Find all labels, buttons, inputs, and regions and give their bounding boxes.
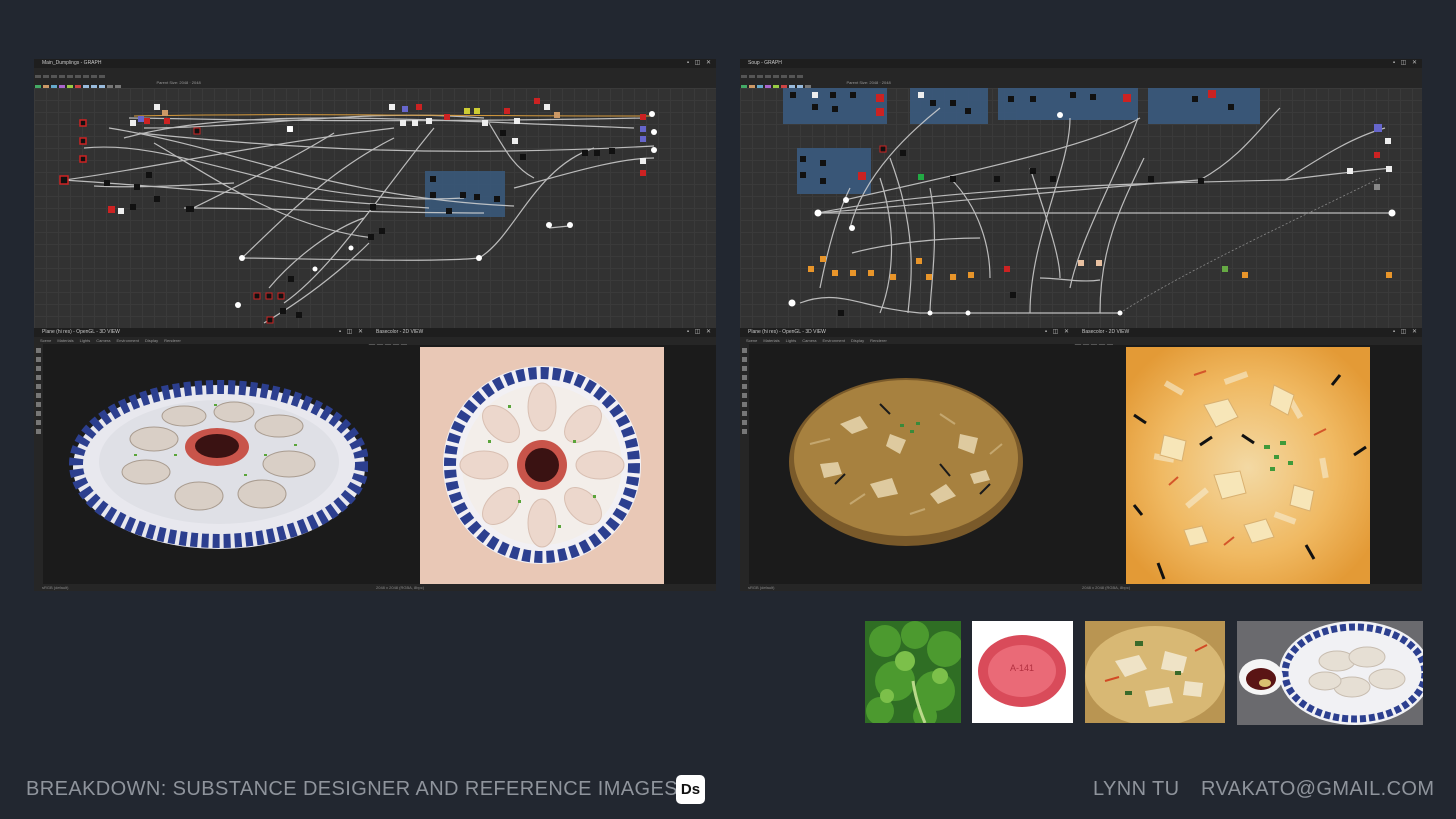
right-3d-view-status: sRGB (default) — [740, 584, 1074, 591]
right-graph-toolbar — [740, 68, 1422, 78]
window-controls-icon[interactable]: ▪ ◫ ✕ — [1045, 328, 1071, 337]
menu-scene[interactable]: Scene — [40, 338, 51, 343]
menu-renderer[interactable]: Renderer — [164, 338, 181, 343]
right-graph-panel: Soup - GRAPH ▪ ◫ ✕ Parent Size: 2048 · 2… — [740, 59, 1422, 328]
red-sauce-dish-photo: A-141 — [972, 621, 1073, 723]
left-3d-viewport[interactable] — [34, 344, 368, 584]
dish-label: A-141 — [1010, 663, 1034, 673]
breakdown-caption: BREAKDOWN: SUBSTANCE DESIGNER AND REFERE… — [26, 778, 678, 800]
right-graph-node-toolbar: Parent Size: 2048 · 2048 — [740, 78, 1422, 88]
left-3d-view-title: Plane (hi res) - OpenGL - 3D VIEW — [42, 329, 120, 335]
window-controls-icon[interactable]: ▪ ◫ ✕ — [339, 328, 365, 337]
frame-node — [797, 148, 871, 194]
left-graph-toolbar — [34, 68, 716, 78]
right-2d-view-title: Basecolor - 2D VIEW — [1082, 329, 1130, 335]
right-3d-viewport[interactable] — [740, 344, 1074, 584]
right-3d-view-menubar: Scene Materials Lights Camera Environment Dis… — [740, 337, 1074, 344]
window-controls-icon[interactable]: ▪ ◫ ✕ — [687, 59, 713, 68]
left-graph-titlebar: Main_Dumplings - GRAPH ▪ ◫ ✕ — [34, 59, 716, 68]
menu-lights[interactable]: Lights — [786, 338, 797, 343]
soup-basecolor-texture — [1126, 347, 1370, 584]
right-2d-view-toolbar — [1074, 337, 1422, 345]
right-graph-toolbar-text: Parent Size: 2048 · 2048 — [846, 80, 891, 85]
menu-display[interactable]: Display — [145, 338, 158, 343]
left-3d-view-titlebar: Plane (hi res) - OpenGL - 3D VIEW ▪ ◫ ✕ — [34, 328, 368, 337]
menu-camera[interactable]: Camera — [802, 338, 816, 343]
left-2d-view-panel: Basecolor - 2D VIEW ▪ ◫ ✕ 2048 x 2048 (R… — [368, 328, 716, 591]
right-2d-viewport[interactable] — [1074, 345, 1422, 584]
right-graph-canvas[interactable] — [740, 88, 1422, 328]
dumpling-plate-photo — [1237, 621, 1423, 725]
hot-sour-soup-photo — [1085, 621, 1225, 723]
right-graph-title: Soup - GRAPH — [748, 60, 782, 66]
menu-materials[interactable]: Materials — [763, 338, 779, 343]
menu-materials[interactable]: Materials — [57, 338, 73, 343]
right-2d-view-panel: Basecolor - 2D VIEW ▪ ◫ ✕ 2048 x 2048 (R… — [1074, 328, 1422, 591]
left-graph-node-toolbar: Parent Size: 2048 · 2048 — [34, 78, 716, 88]
left-2d-view-title: Basecolor - 2D VIEW — [376, 329, 424, 335]
right-2d-view-titlebar: Basecolor - 2D VIEW ▪ ◫ ✕ — [1074, 328, 1422, 337]
left-3d-view-menubar: Scene Materials Lights Camera Environment Dis… — [34, 337, 368, 344]
menu-renderer[interactable]: Renderer — [870, 338, 887, 343]
window-controls-icon[interactable]: ▪ ◫ ✕ — [1393, 328, 1419, 337]
menu-environment[interactable]: Environment — [823, 338, 845, 343]
author-email[interactable]: RVAKATO@GMAIL.COM — [1201, 778, 1434, 801]
left-2d-view-status: 2048 x 2048 (RGBA, 8bpc) — [368, 584, 716, 591]
dumpling-basecolor-texture — [420, 347, 664, 584]
window-controls-icon[interactable]: ▪ ◫ ✕ — [1393, 59, 1419, 68]
left-graph-panel: Main_Dumplings - GRAPH ▪ ◫ ✕ Parent Size… — [34, 59, 716, 328]
left-3d-view-status: sRGB (default) — [34, 584, 368, 591]
author-name: LYNN TU — [1093, 778, 1180, 800]
left-2d-view-titlebar: Basecolor - 2D VIEW ▪ ◫ ✕ — [368, 328, 716, 337]
right-node-graph — [783, 88, 1396, 316]
left-3d-view-panel: Plane (hi res) - OpenGL - 3D VIEW ▪ ◫ ✕ … — [34, 328, 368, 591]
frame-node — [1148, 88, 1260, 124]
left-graph-canvas[interactable] — [34, 88, 716, 328]
menu-lights[interactable]: Lights — [80, 338, 91, 343]
substance-designer-logo: Ds — [676, 775, 705, 804]
right-3d-view-title: Plane (hi res) - OpenGL - 3D VIEW — [748, 329, 826, 335]
right-2d-view-status: 2048 x 2048 (RGBA, 8bpc) — [1074, 584, 1422, 591]
dumpling-plate-render — [69, 380, 368, 549]
cilantro-photo — [865, 621, 961, 723]
menu-environment[interactable]: Environment — [117, 338, 139, 343]
frame-node — [998, 88, 1138, 120]
window-controls-icon[interactable]: ▪ ◫ ✕ — [687, 328, 713, 337]
right-3d-view-panel: Plane (hi res) - OpenGL - 3D VIEW ▪ ◫ ✕ … — [740, 328, 1074, 591]
left-2d-viewport[interactable] — [368, 345, 716, 584]
soup-render — [789, 378, 1023, 546]
left-graph-title: Main_Dumplings - GRAPH — [42, 60, 102, 66]
menu-scene[interactable]: Scene — [746, 338, 757, 343]
left-graph-toolbar-text: Parent Size: 2048 · 2048 — [156, 80, 201, 85]
right-graph-titlebar: Soup - GRAPH ▪ ◫ ✕ — [740, 59, 1422, 68]
left-2d-view-toolbar — [368, 337, 716, 345]
right-3d-view-titlebar: Plane (hi res) - OpenGL - 3D VIEW ▪ ◫ ✕ — [740, 328, 1074, 337]
left-node-graph — [59, 98, 657, 324]
menu-camera[interactable]: Camera — [96, 338, 110, 343]
menu-display[interactable]: Display — [851, 338, 864, 343]
